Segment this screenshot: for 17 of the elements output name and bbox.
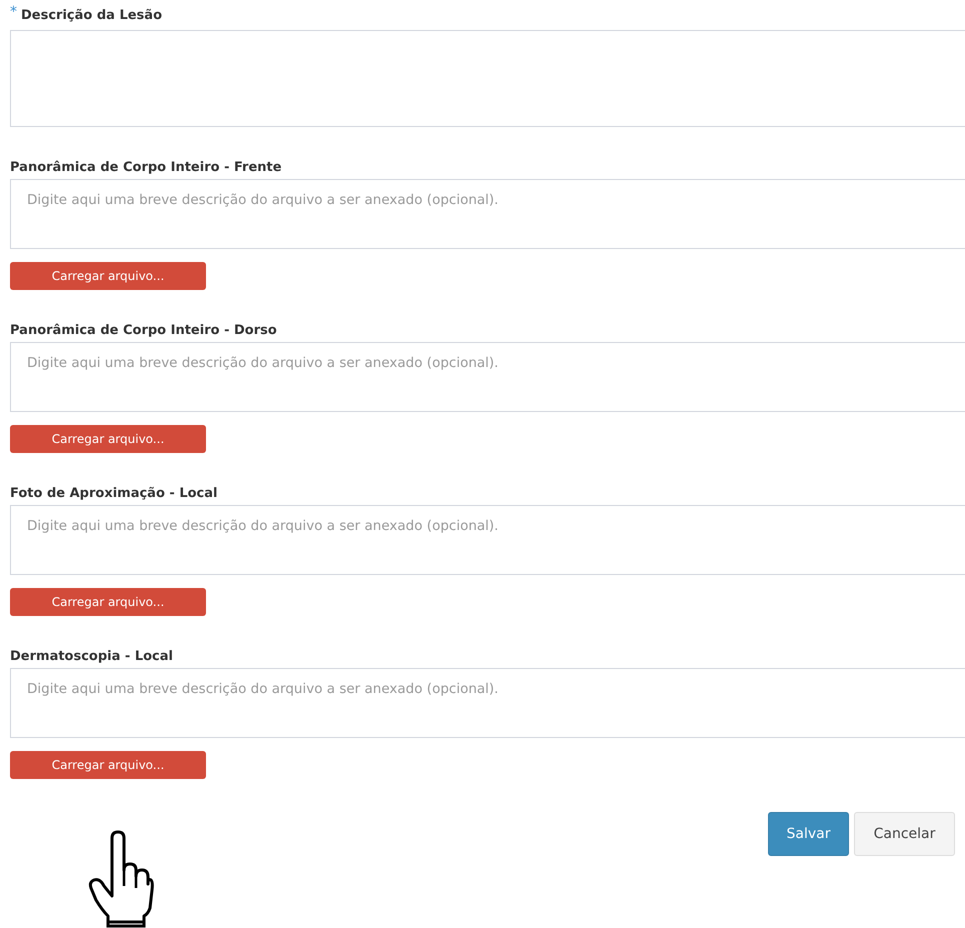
description-field[interactable]: Digite aqui uma breve descrição do arquivo a ser anexado (opcional).	[10, 505, 965, 575]
field-label: Panorâmica de Corpo Inteiro - Dorso	[10, 322, 277, 340]
description-field[interactable]: Digite aqui uma breve descrição do arquivo a ser anexado (opcional).	[10, 179, 965, 249]
field-label: Foto de Aproximação - Local	[10, 485, 218, 503]
upload-button[interactable]: Carregar arquivo...	[10, 588, 206, 616]
upload-button[interactable]: Carregar arquivo...	[10, 262, 206, 290]
description-field[interactable]	[10, 30, 965, 127]
description-field[interactable]: Digite aqui uma breve descrição do arquivo a ser anexado (opcional).	[10, 668, 965, 738]
field-label: Panorâmica de Corpo Inteiro - Frente	[10, 159, 282, 177]
field-label: Dermatoscopia - Local	[10, 648, 173, 666]
required-mark: *	[10, 6, 17, 18]
field-label: Descrição da Lesão	[21, 7, 162, 25]
cancel-button[interactable]: Cancelar	[854, 812, 955, 856]
upload-button[interactable]: Carregar arquivo...	[10, 751, 206, 779]
description-field[interactable]: Digite aqui uma breve descrição do arquivo a ser anexado (opcional).	[10, 342, 965, 412]
save-button[interactable]: Salvar	[768, 812, 849, 856]
upload-button[interactable]: Carregar arquivo...	[10, 425, 206, 453]
